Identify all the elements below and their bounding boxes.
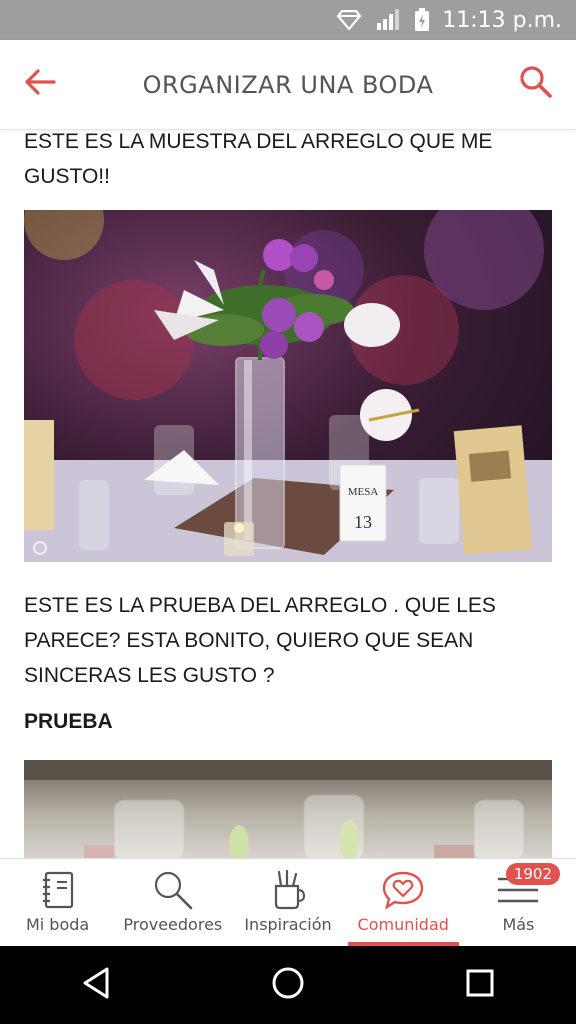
section-heading: PRUEBA bbox=[24, 710, 113, 733]
recents-square-icon bbox=[465, 968, 495, 1003]
nav-label: Comunidad bbox=[357, 915, 449, 934]
post-paragraph: ESTE ES LA MUESTRA DEL ARREGLO QUE ME GU… bbox=[24, 130, 493, 188]
centerpiece-illustration: MESA 13 bbox=[24, 210, 552, 562]
nav-label: Mi boda bbox=[25, 915, 90, 934]
data-saver-icon bbox=[336, 10, 362, 30]
system-home-button[interactable] bbox=[258, 955, 318, 1015]
nav-comunidad[interactable]: Comunidad bbox=[346, 859, 461, 946]
heart-chat-icon bbox=[382, 867, 424, 913]
arrow-left-icon bbox=[24, 68, 56, 101]
arrangement-photo[interactable]: MESA 13 bbox=[24, 210, 552, 562]
signal-icon bbox=[376, 9, 400, 31]
home-circle-icon bbox=[271, 966, 305, 1005]
status-bar: 11:13 p.m. bbox=[0, 0, 576, 40]
system-navigation-bar bbox=[0, 946, 576, 1024]
test-arrangement-photo[interactable] bbox=[24, 760, 552, 858]
nav-mi-boda[interactable]: Mi boda bbox=[0, 859, 115, 946]
magnifier-icon bbox=[153, 867, 193, 913]
cup-brushes-icon bbox=[270, 867, 306, 913]
nav-mas[interactable]: Más 1902 bbox=[461, 859, 576, 946]
test-arrangement-illustration bbox=[24, 760, 552, 858]
system-recents-button[interactable] bbox=[450, 955, 510, 1015]
status-time: 11:13 p.m. bbox=[442, 7, 562, 33]
svg-text:13: 13 bbox=[354, 512, 372, 532]
nav-label: Más bbox=[502, 915, 535, 934]
post-content: ESTE ES LA MUESTRA DEL ARREGLO QUE ME GU… bbox=[0, 130, 576, 858]
system-back-button[interactable] bbox=[66, 955, 126, 1015]
page-title: ORGANIZAR UNA BODA bbox=[142, 70, 434, 99]
battery-icon bbox=[414, 8, 430, 32]
notebook-icon bbox=[41, 867, 75, 913]
search-button[interactable] bbox=[496, 40, 576, 130]
back-button[interactable] bbox=[0, 40, 80, 130]
search-icon bbox=[519, 65, 553, 104]
nav-label: Proveedores bbox=[123, 915, 223, 934]
nav-label: Inspiración bbox=[244, 915, 332, 934]
back-triangle-icon bbox=[81, 966, 111, 1005]
bottom-navigation: Mi boda Proveedores Inspiración Comunida… bbox=[0, 858, 576, 946]
post-paragraph: ESTE ES LA PRUEBA DEL ARREGLO . QUE LES … bbox=[24, 594, 496, 687]
app-bar: ORGANIZAR UNA BODA bbox=[0, 40, 576, 130]
svg-text:MESA: MESA bbox=[348, 486, 379, 498]
nav-inspiracion[interactable]: Inspiración bbox=[230, 859, 345, 946]
notification-badge: 1902 bbox=[505, 863, 561, 885]
nav-proveedores[interactable]: Proveedores bbox=[115, 859, 230, 946]
